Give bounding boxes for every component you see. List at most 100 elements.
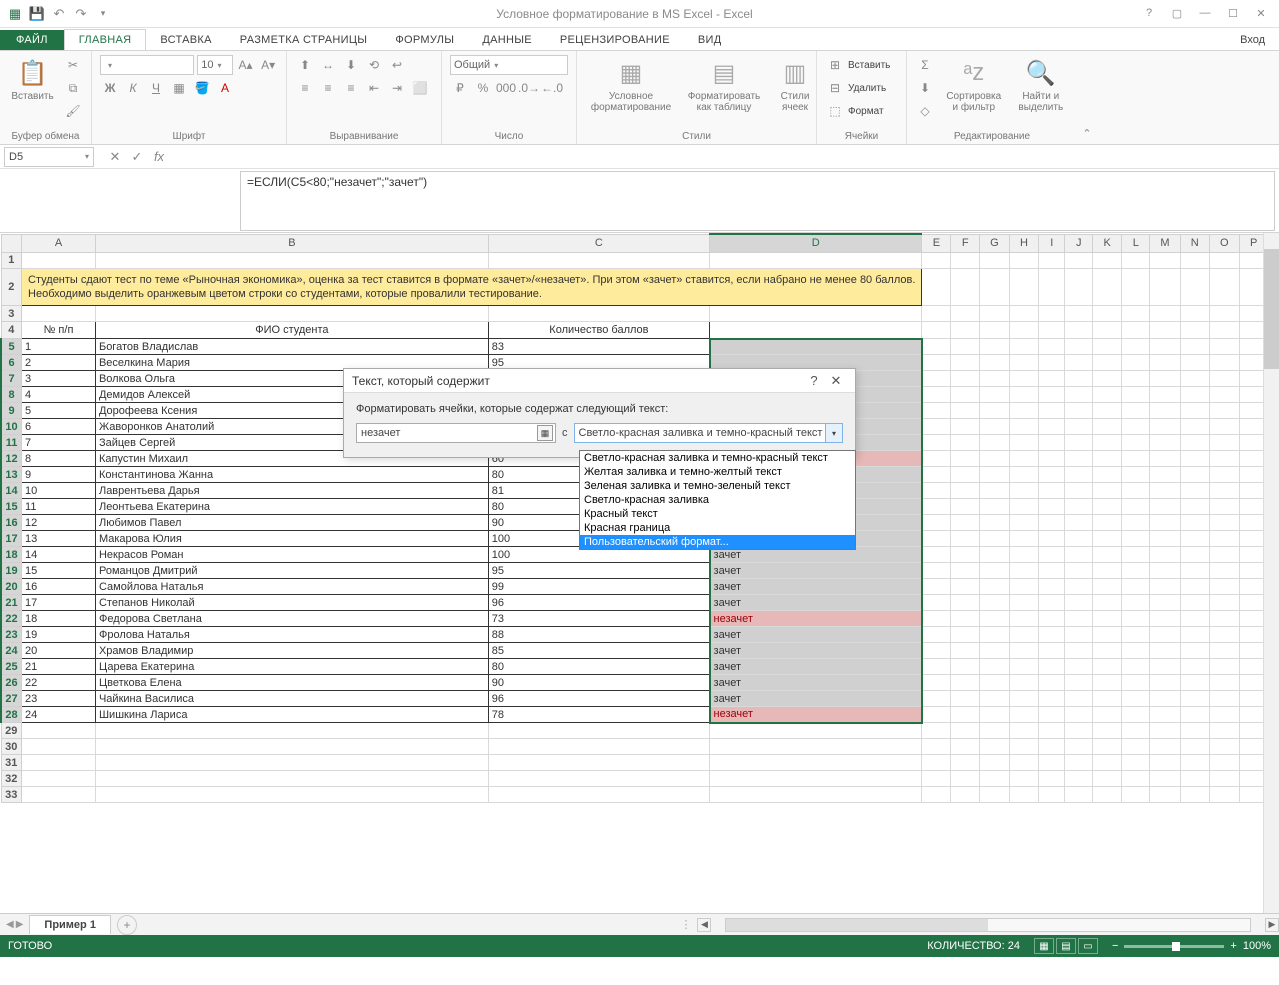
tab-insert[interactable]: ВСТАВКА: [146, 30, 225, 50]
merge-icon[interactable]: ⬜: [410, 78, 430, 98]
row-header[interactable]: 25: [1, 659, 22, 675]
align-center-icon[interactable]: ≡: [318, 78, 338, 98]
cell[interactable]: Шишкина Лариса: [95, 707, 488, 723]
column-header[interactable]: L: [1122, 234, 1150, 252]
row-header[interactable]: 16: [1, 515, 22, 531]
cell[interactable]: Самойлова Наталья: [95, 579, 488, 595]
cell[interactable]: Макарова Юлия: [95, 531, 488, 547]
cell[interactable]: Некрасов Роман: [95, 547, 488, 563]
autosum-icon[interactable]: Σ: [915, 55, 935, 75]
decrease-font-icon[interactable]: A▾: [258, 55, 278, 75]
cell[interactable]: 23: [22, 691, 96, 707]
zoom-slider[interactable]: [1124, 945, 1224, 948]
tab-home[interactable]: ГЛАВНАЯ: [64, 29, 147, 50]
column-header[interactable]: O: [1209, 234, 1239, 252]
row-header[interactable]: 29: [1, 723, 22, 739]
increase-decimal-icon[interactable]: .0→: [519, 78, 539, 98]
normal-view-icon[interactable]: ▦: [1034, 938, 1054, 954]
cell[interactable]: 1: [22, 339, 96, 355]
help-icon[interactable]: ?: [1141, 7, 1157, 20]
horizontal-scrollbar[interactable]: [725, 918, 1251, 932]
column-header[interactable]: C: [488, 234, 709, 252]
save-icon[interactable]: 💾: [28, 5, 46, 23]
align-middle-icon[interactable]: ↔: [318, 55, 338, 75]
row-header[interactable]: 27: [1, 691, 22, 707]
cell[interactable]: 22: [22, 675, 96, 691]
align-bottom-icon[interactable]: ⬇: [341, 55, 361, 75]
dropdown-option[interactable]: Красная граница: [580, 521, 855, 535]
cell[interactable]: 8: [22, 451, 96, 467]
row-header[interactable]: 5: [1, 339, 22, 355]
currency-icon[interactable]: ₽: [450, 78, 470, 98]
cell[interactable]: 78: [488, 707, 709, 723]
cell[interactable]: Лаврентьева Дарья: [95, 483, 488, 499]
cell[interactable]: Федорова Светлана: [95, 611, 488, 627]
cell[interactable]: 73: [488, 611, 709, 627]
cell[interactable]: 13: [22, 531, 96, 547]
conditional-formatting-button[interactable]: ▦Условное форматирование: [585, 55, 677, 115]
zoom-in-icon[interactable]: +: [1230, 940, 1236, 952]
row-header[interactable]: 18: [1, 547, 22, 563]
cell[interactable]: 88: [488, 627, 709, 643]
cell[interactable]: 7: [22, 435, 96, 451]
dropdown-option[interactable]: Желтая заливка и темно-желтый текст: [580, 465, 855, 479]
tab-data[interactable]: ДАННЫЕ: [468, 30, 546, 50]
vertical-scrollbar[interactable]: [1263, 233, 1279, 913]
decrease-indent-icon[interactable]: ⇤: [364, 78, 384, 98]
format-as-table-button[interactable]: ▤Форматировать как таблицу: [683, 55, 765, 115]
font-name-combo[interactable]: ▾: [100, 55, 194, 75]
cell[interactable]: зачет: [710, 691, 922, 707]
row-header[interactable]: 7: [1, 371, 22, 387]
undo-icon[interactable]: ↶: [50, 5, 68, 23]
zoom-level[interactable]: 100%: [1243, 940, 1271, 952]
scroll-left-icon[interactable]: ◀: [697, 918, 711, 932]
cell[interactable]: 10: [22, 483, 96, 499]
row-header[interactable]: 6: [1, 355, 22, 371]
dropdown-option[interactable]: Светло-красная заливка и темно-красный т…: [580, 451, 855, 465]
increase-indent-icon[interactable]: ⇥: [387, 78, 407, 98]
format-cells-icon[interactable]: ⬚: [825, 101, 845, 121]
name-box[interactable]: D5▾: [4, 147, 94, 167]
spreadsheet-grid[interactable]: ABCDEFGHIJKLMNOP 12Студенты сдают тест п…: [0, 233, 1279, 913]
cell[interactable]: 9: [22, 467, 96, 483]
format-dropdown-list[interactable]: Светло-красная заливка и темно-красный т…: [579, 450, 856, 550]
align-top-icon[interactable]: ⬆: [295, 55, 315, 75]
cell[interactable]: 21: [22, 659, 96, 675]
formula-bar[interactable]: =ЕСЛИ(C5<80;"незачет";"зачет"): [240, 171, 1275, 231]
row-header[interactable]: 30: [1, 739, 22, 755]
cell[interactable]: Храмов Владимир: [95, 643, 488, 659]
page-layout-icon[interactable]: ▤: [1056, 938, 1076, 954]
row-header[interactable]: 14: [1, 483, 22, 499]
format-painter-icon[interactable]: 🖌: [63, 101, 83, 121]
column-header[interactable]: G: [979, 234, 1009, 252]
sheet-tab[interactable]: Пример 1: [29, 915, 111, 934]
cell[interactable]: 3: [22, 371, 96, 387]
row-header[interactable]: 13: [1, 467, 22, 483]
select-all[interactable]: [1, 234, 22, 252]
row-header[interactable]: 22: [1, 611, 22, 627]
cell[interactable]: зачет: [710, 643, 922, 659]
cell[interactable]: Романцов Дмитрий: [95, 563, 488, 579]
row-header[interactable]: 23: [1, 627, 22, 643]
paste-button[interactable]: 📋 Вставить: [8, 55, 57, 104]
cell[interactable]: 85: [488, 643, 709, 659]
column-header[interactable]: J: [1065, 234, 1093, 252]
row-header[interactable]: 1: [1, 252, 22, 268]
wrap-text-icon[interactable]: ↩: [387, 55, 407, 75]
row-header[interactable]: 26: [1, 675, 22, 691]
row-header[interactable]: 17: [1, 531, 22, 547]
cell[interactable]: зачет: [710, 579, 922, 595]
sheet-nav-last-icon[interactable]: ▶: [16, 919, 24, 930]
row-header[interactable]: 11: [1, 435, 22, 451]
row-header[interactable]: 12: [1, 451, 22, 467]
cell[interactable]: зачет: [710, 563, 922, 579]
note-cell[interactable]: Студенты сдают тест по теме «Рыночная эк…: [22, 268, 922, 306]
column-header[interactable]: H: [1009, 234, 1038, 252]
column-header[interactable]: E: [922, 234, 951, 252]
borders-icon[interactable]: ▦: [169, 78, 189, 98]
cell[interactable]: 24: [22, 707, 96, 723]
column-header[interactable]: A: [22, 234, 96, 252]
row-header[interactable]: 15: [1, 499, 22, 515]
cell[interactable]: 4: [22, 387, 96, 403]
cell[interactable]: 11: [22, 499, 96, 515]
